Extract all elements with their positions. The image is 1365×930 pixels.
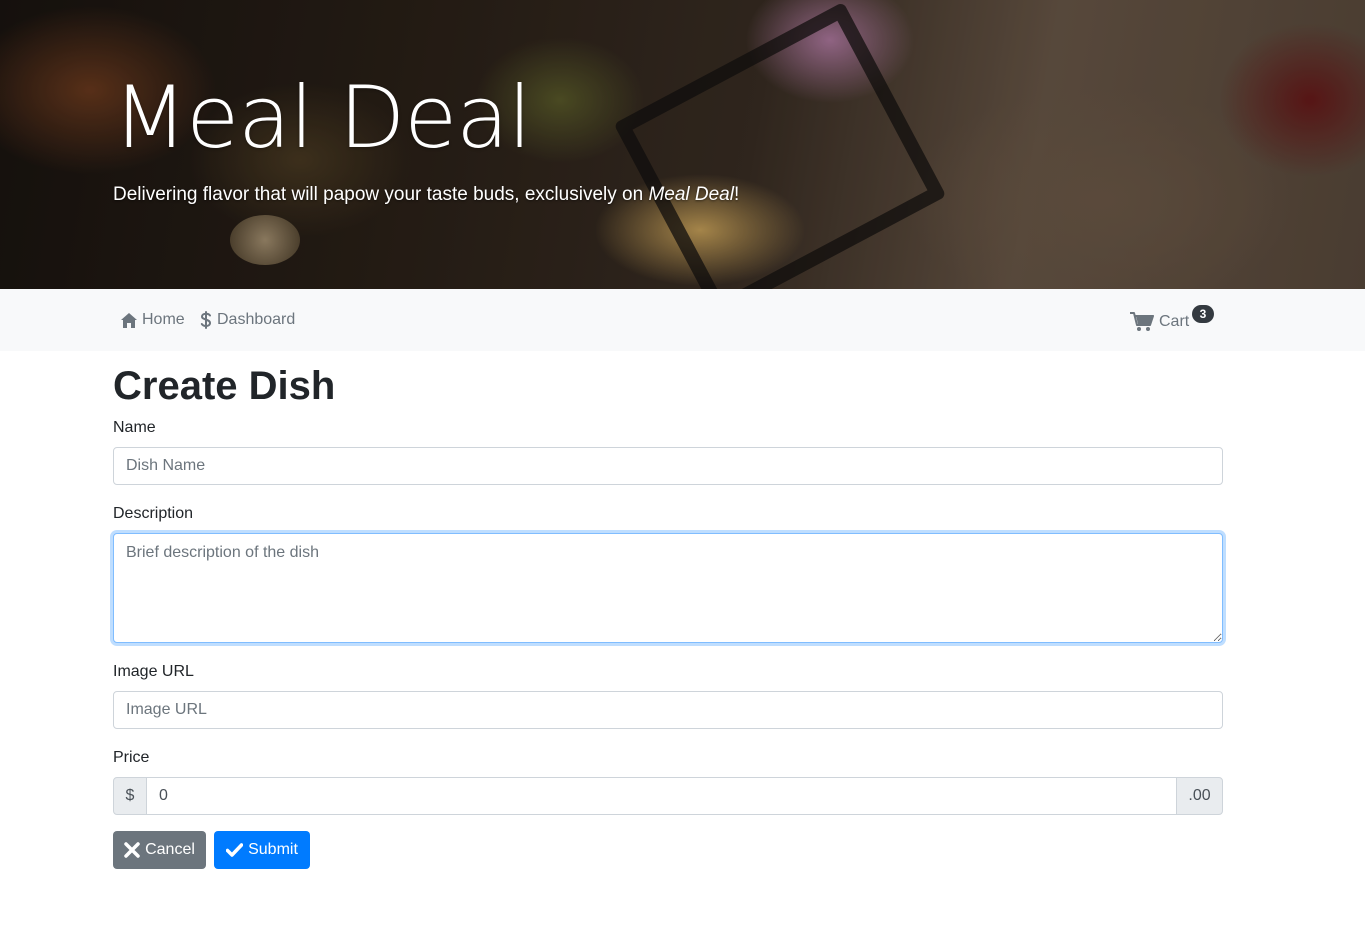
check-icon: [226, 843, 244, 857]
description-textarea[interactable]: [113, 533, 1223, 643]
navbar: Home Dashboard Cart: [0, 289, 1365, 351]
hero-tagline-text: Delivering flavor that will papow your t…: [113, 184, 649, 205]
hero-tagline-suffix: !: [733, 184, 740, 205]
hero-tagline-brand: Meal Deal: [648, 184, 734, 205]
image-url-input[interactable]: [113, 691, 1223, 729]
hero-banner: Meal Deal Delivering flavor that will pa…: [0, 0, 1365, 289]
cancel-button[interactable]: Cancel: [113, 831, 206, 869]
cart-count-badge: 3: [1192, 305, 1214, 323]
nav-home-label: Home: [142, 311, 185, 328]
hero-title: Meal Deal: [113, 68, 532, 168]
price-currency-addon: $: [113, 777, 147, 815]
name-label: Name: [113, 419, 156, 436]
cart-icon: [1130, 312, 1154, 332]
nav-home-link[interactable]: Home: [121, 309, 185, 331]
image-url-label: Image URL: [113, 663, 194, 680]
close-icon: [124, 842, 140, 858]
nav-dashboard-link[interactable]: Dashboard: [200, 309, 295, 331]
nav-dashboard-label: Dashboard: [217, 311, 296, 328]
submit-button-label: Submit: [248, 841, 298, 858]
page-title: Create Dish: [113, 364, 336, 408]
price-input[interactable]: [147, 777, 1176, 815]
description-label: Description: [113, 505, 194, 522]
nav-cart-link[interactable]: Cart: [1130, 311, 1189, 333]
price-input-group: $ .00: [113, 777, 1223, 815]
price-cents-addon: .00: [1176, 777, 1223, 815]
hero-tagline: Delivering flavor that will papow your t…: [113, 182, 739, 208]
home-icon: [121, 312, 137, 328]
cancel-button-label: Cancel: [145, 841, 195, 858]
nav-cart-label: Cart: [1159, 313, 1190, 330]
dollar-icon: [200, 311, 212, 329]
dish-name-input[interactable]: [113, 447, 1223, 485]
price-label: Price: [113, 749, 150, 766]
submit-button[interactable]: Submit: [214, 831, 310, 869]
